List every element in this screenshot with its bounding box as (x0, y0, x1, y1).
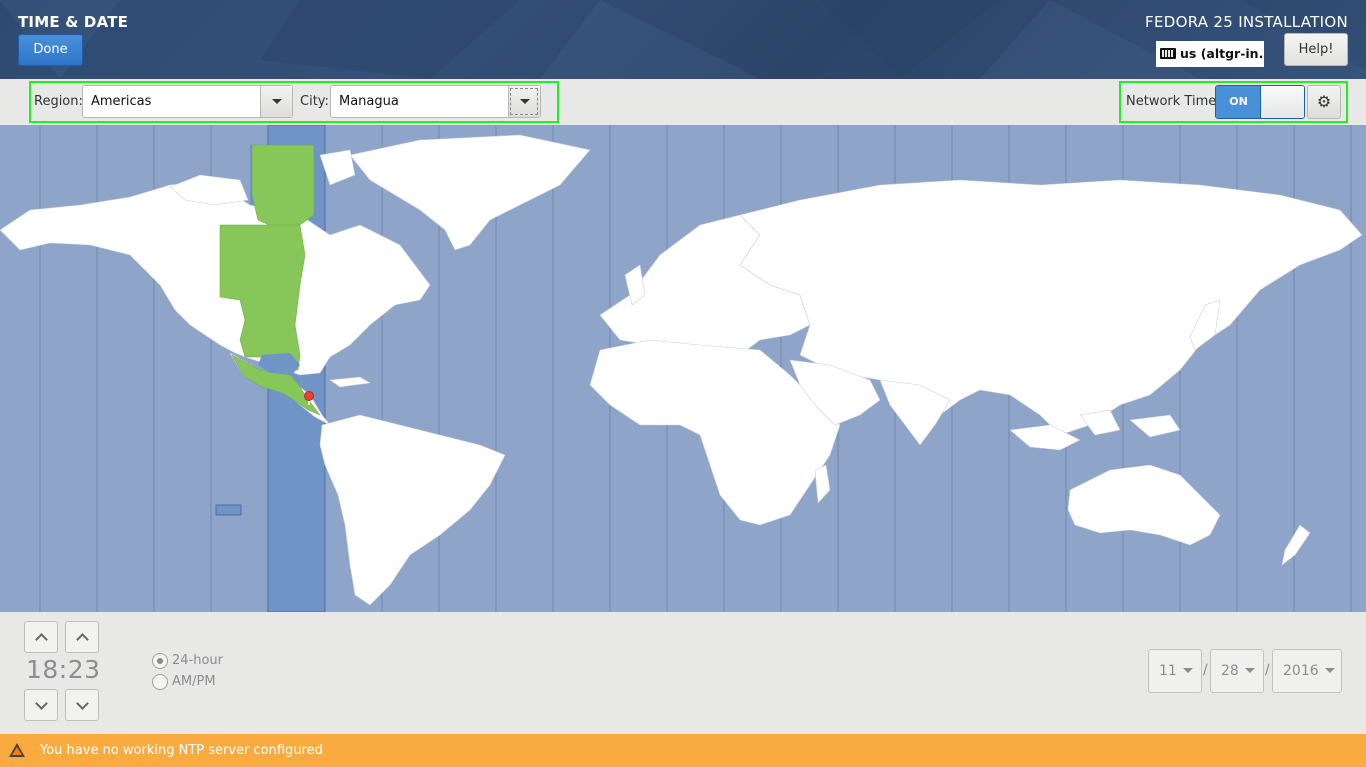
minute-increment-button[interactable] (65, 621, 99, 653)
world-map[interactable] (0, 125, 1366, 612)
network-time-label: Network Time (1126, 94, 1217, 109)
hour-increment-button[interactable] (24, 621, 58, 653)
switch-knob[interactable] (1260, 86, 1304, 118)
keyboard-layout-indicator[interactable]: us (altgr-in... (1156, 41, 1264, 67)
chevron-down-icon (1244, 668, 1255, 673)
region-label: Region: (34, 94, 83, 109)
pacific-island-zone (215, 504, 242, 516)
land-masses (0, 134, 1363, 606)
region-value: Americas (91, 94, 152, 109)
month-dropdown[interactable]: 11 (1148, 649, 1202, 693)
product-title: FEDORA 25 INSTALLATION (1145, 13, 1348, 31)
region-combobox[interactable]: Americas (82, 85, 293, 118)
format-ampm-label: AM/PM (172, 674, 216, 689)
day-dropdown[interactable]: 28 (1210, 649, 1264, 693)
city-combobox[interactable]: Managua (330, 85, 541, 118)
done-button[interactable]: Done (18, 34, 83, 66)
page-title: TIME & DATE (18, 13, 129, 31)
city-value: Managua (339, 94, 399, 109)
switch-on-label: ON (1216, 86, 1261, 118)
network-time-switch[interactable]: ON (1215, 85, 1305, 119)
day-value: 28 (1221, 663, 1239, 679)
help-button[interactable]: Help! (1284, 33, 1348, 66)
chevron-down-icon (1182, 668, 1193, 673)
warning-bar: You have no working NTP server configure… (0, 734, 1366, 767)
header-background-pattern (0, 0, 1366, 79)
ntp-settings-button[interactable]: ⚙ (1307, 85, 1341, 119)
format-ampm-radio[interactable] (152, 674, 168, 690)
date-separator: / (1203, 662, 1208, 678)
keyboard-icon (1160, 48, 1176, 59)
timezone-map[interactable] (0, 125, 1366, 612)
gear-icon: ⚙ (1316, 92, 1332, 111)
year-value: 2016 (1283, 663, 1319, 679)
format-24-hour-label: 24-hour (172, 653, 224, 668)
chevron-down-icon (1324, 668, 1335, 673)
time-display: 18:23 (26, 655, 101, 684)
month-value: 11 (1159, 663, 1177, 679)
date-separator: / (1265, 662, 1270, 678)
chevron-down-icon[interactable] (260, 86, 292, 117)
header-bar: TIME & DATE Done FEDORA 25 INSTALLATION … (0, 0, 1366, 79)
chevron-down-icon[interactable] (508, 86, 540, 117)
hour-decrement-button[interactable] (24, 689, 58, 721)
format-24-hour-radio[interactable] (152, 653, 168, 669)
timezone-toolbar: Region: Americas City: Managua Network T… (0, 79, 1366, 125)
minute-decrement-button[interactable] (65, 689, 99, 721)
keyboard-layout-label: us (altgr-in... (1180, 46, 1264, 61)
warning-message: You have no working NTP server configure… (40, 743, 323, 758)
city-label: City: (300, 94, 329, 109)
year-dropdown[interactable]: 2016 (1272, 649, 1342, 693)
time-date-panel: 18:23 24-hour AM/PM 11 / 28 / 2016 (0, 612, 1366, 734)
warning-icon (9, 743, 25, 757)
